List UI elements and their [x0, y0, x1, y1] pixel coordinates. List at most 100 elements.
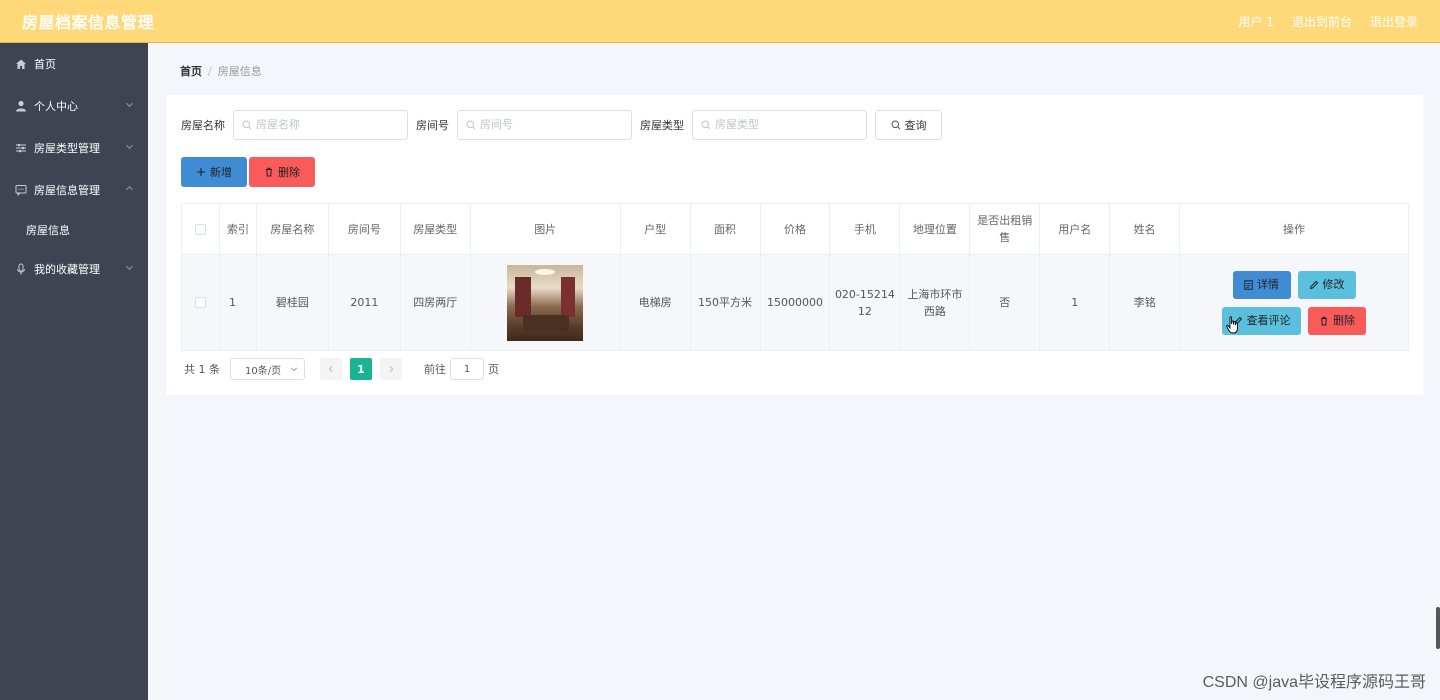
room-number-label: 房间号 [416, 119, 449, 132]
page-number-current[interactable]: 1 [350, 358, 372, 380]
sliders-icon [14, 142, 27, 155]
column-header: 是否出租销售 [970, 204, 1041, 254]
cell-house-name: 碧桂园 [257, 255, 329, 350]
cell-location: 上海市环市西路 [900, 255, 971, 350]
cell-realname: 李铭 [1110, 255, 1181, 350]
sidebar-item-favorites-management[interactable]: 我的收藏管理 [0, 248, 148, 290]
search-form: 房屋名称 房间号 房屋类型 查询 [181, 110, 942, 140]
logout-link[interactable]: 退出登录 [1370, 13, 1418, 30]
chevron-down-icon [290, 367, 298, 372]
cell-image [471, 255, 621, 350]
home-icon [14, 58, 27, 71]
page-size-select[interactable]: 10条/页 [230, 358, 305, 380]
search-icon [891, 120, 900, 130]
total-count: 共 1 条 [184, 363, 220, 376]
page-size-value: 10条/页 [245, 365, 282, 377]
add-button-label: 新增 [210, 166, 232, 179]
sidebar-item-label: 我的收藏管理 [34, 263, 100, 276]
document-icon [1244, 279, 1253, 290]
app-title: 房屋档案信息管理 [22, 13, 155, 32]
cell-price: 15000000 [761, 255, 831, 350]
room-number-search-field[interactable] [457, 110, 632, 140]
cell-room-number: 2011 [329, 255, 401, 350]
sidebar-item-label: 房屋信息 [26, 223, 70, 237]
column-header: 面积 [691, 204, 761, 254]
house-name-label: 房屋名称 [181, 119, 225, 132]
user-icon [14, 100, 27, 113]
content-panel: 房屋名称 房间号 房屋类型 查询 新增 [166, 95, 1423, 395]
house-name-search-field[interactable] [233, 110, 408, 140]
action-buttons: 新增 删除 [181, 157, 315, 187]
watermark-text: CSDN @java毕设程序源码王哥 [1202, 674, 1426, 691]
chat-icon [14, 184, 27, 197]
exit-to-front-link[interactable]: 退出到前台 [1292, 13, 1352, 30]
pencil-icon [1309, 280, 1318, 289]
current-user-link[interactable]: 用户 1 [1239, 13, 1274, 30]
prev-page-button[interactable] [320, 358, 342, 380]
column-header: 地理位置 [900, 204, 971, 254]
chevron-left-icon [328, 365, 333, 373]
sidebar-item-house-type-management[interactable]: 房屋类型管理 [0, 127, 148, 169]
sidebar: 首页 个人中心 房屋类型管理 房屋信息管理 房屋信息 我的收藏管理 [0, 43, 148, 700]
mic-icon [14, 263, 27, 276]
breadcrumb-current: 房屋信息 [217, 65, 262, 78]
batch-delete-button[interactable]: 删除 [249, 157, 315, 187]
cell-rented: 否 [970, 255, 1041, 350]
sidebar-subitem-house-info[interactable]: 房屋信息 [0, 211, 148, 248]
sidebar-item-personal-center[interactable]: 个人中心 [0, 85, 148, 127]
breadcrumb-home[interactable]: 首页 [180, 63, 202, 79]
query-button[interactable]: 查询 [875, 110, 942, 140]
column-header: 姓名 [1110, 204, 1181, 254]
column-header: 索引 [220, 204, 257, 254]
row-operations: 详情 修改 查看评论 删除 [1222, 270, 1367, 335]
table-row: 1 碧桂园 2011 四房两厅 电梯房 150平方米 15000000 020-… [182, 255, 1408, 350]
sidebar-item-label: 个人中心 [34, 100, 78, 113]
sidebar-item-home[interactable]: 首页 [0, 43, 148, 85]
chevron-right-icon [389, 365, 394, 373]
trash-icon [1321, 316, 1328, 325]
room-number-input[interactable] [480, 119, 620, 131]
goto-page-input[interactable]: 1 [450, 358, 484, 380]
cell-phone: 020-1521412 [830, 255, 901, 350]
select-all-checkbox[interactable] [194, 223, 206, 235]
chevron-down-icon [125, 265, 134, 271]
detail-button[interactable]: 详情 [1232, 270, 1291, 299]
cell-layout: 电梯房 [621, 255, 691, 350]
table-header: 索引 房屋名称 房间号 房屋类型 图片 户型 面积 价格 手机 地理位置 是否出… [182, 204, 1408, 255]
view-comments-button-label: 查看评论 [1246, 314, 1291, 327]
breadcrumb: 首页 / 房屋信息 [180, 63, 262, 79]
search-icon [701, 120, 711, 130]
main-content: 首页 / 房屋信息 房屋名称 房间号 房屋类型 查询 [148, 43, 1440, 700]
sidebar-item-label: 房屋类型管理 [34, 142, 100, 155]
house-info-table: 索引 房屋名称 房间号 房屋类型 图片 户型 面积 价格 手机 地理位置 是否出… [181, 203, 1409, 351]
cell-index: 1 [220, 255, 257, 350]
house-type-input[interactable] [715, 119, 855, 131]
row-delete-button[interactable]: 删除 [1308, 306, 1367, 335]
sidebar-item-house-info-management[interactable]: 房屋信息管理 [0, 169, 148, 211]
page-scrollbar[interactable] [1436, 607, 1440, 649]
cell-house-type: 四房两厅 [401, 255, 471, 350]
row-delete-button-label: 删除 [1333, 314, 1356, 327]
edit-button[interactable]: 修改 [1297, 270, 1356, 299]
breadcrumb-separator: / [208, 64, 212, 78]
search-icon [466, 120, 476, 130]
house-type-search-field[interactable] [692, 110, 867, 140]
cell-area: 150平方米 [691, 255, 761, 350]
page-unit-label: 页 [488, 363, 499, 376]
column-header: 户型 [621, 204, 691, 254]
house-photo-thumbnail[interactable] [507, 264, 584, 341]
house-name-input[interactable] [256, 119, 396, 131]
column-header: 操作 [1283, 222, 1306, 236]
next-page-button[interactable] [380, 358, 402, 380]
sidebar-item-label: 首页 [34, 58, 56, 71]
query-button-label: 查询 [904, 119, 927, 132]
top-links: 用户 1 退出到前台 退出登录 [1239, 13, 1418, 30]
chevron-up-icon [125, 185, 134, 191]
add-button[interactable]: 新增 [181, 157, 247, 187]
column-header: 房屋名称 [257, 204, 329, 254]
detail-button-label: 详情 [1257, 278, 1280, 291]
cell-operations: 详情 修改 查看评论 删除 [1180, 255, 1408, 350]
edit-button-label: 修改 [1322, 278, 1345, 291]
column-header: 价格 [761, 204, 831, 254]
row-checkbox[interactable] [194, 297, 206, 308]
